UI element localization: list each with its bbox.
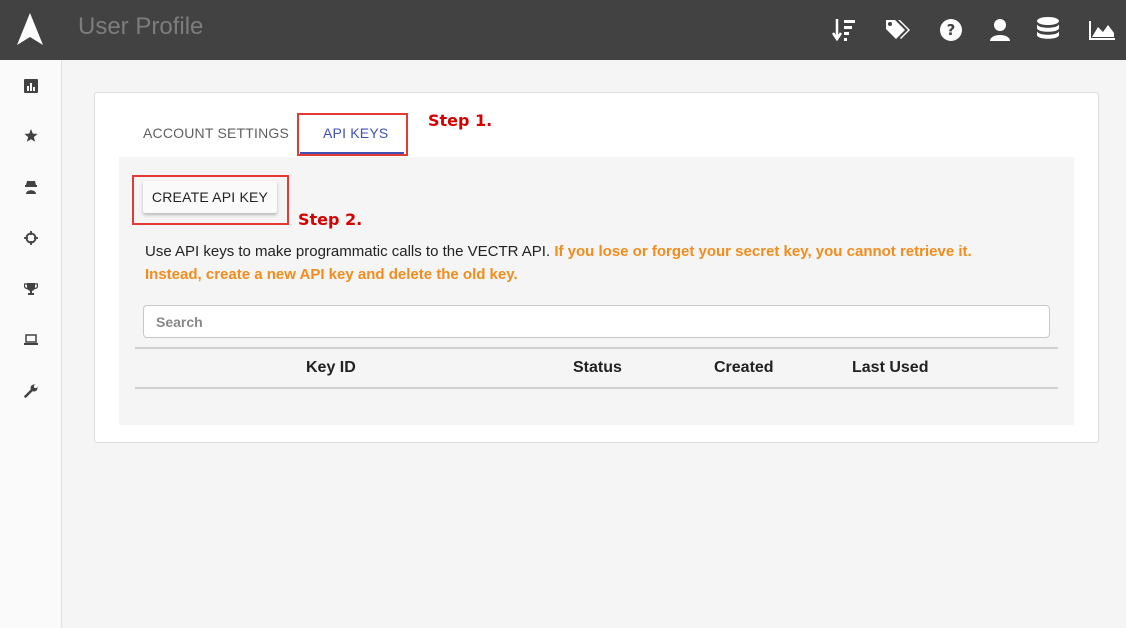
column-header-last-used[interactable]: Last Used	[852, 359, 928, 377]
step2-highlight-box	[132, 175, 289, 225]
trophy-icon[interactable]	[19, 277, 43, 301]
step2-annotation: Step 2.	[298, 210, 363, 229]
tags-icon[interactable]	[883, 15, 913, 45]
wrench-icon[interactable]	[19, 379, 43, 403]
dashboard-icon[interactable]	[19, 74, 43, 98]
column-header-key-id[interactable]: Key ID	[306, 359, 356, 377]
api-keys-info-text: Use API keys to make programmatic calls …	[145, 240, 1025, 286]
tab-account-settings[interactable]: ACCOUNT SETTINGS	[143, 125, 289, 141]
vectr-logo-icon[interactable]	[17, 13, 43, 45]
laptop-icon[interactable]	[19, 328, 43, 352]
info-text: Use API keys to make programmatic calls …	[145, 243, 551, 260]
column-header-status[interactable]: Status	[573, 359, 622, 377]
star-icon[interactable]	[19, 124, 43, 148]
top-bar: User Profile ?	[0, 0, 1126, 60]
page-title: User Profile	[78, 13, 204, 40]
step1-highlight-box	[297, 113, 408, 156]
crosshair-icon[interactable]	[19, 226, 43, 250]
sidebar	[0, 60, 62, 628]
database-icon[interactable]	[1033, 15, 1063, 45]
column-header-created[interactable]: Created	[714, 359, 774, 377]
step1-annotation: Step 1.	[428, 111, 493, 130]
help-icon[interactable]: ?	[936, 15, 966, 45]
sort-icon[interactable]	[829, 15, 859, 45]
spy-icon[interactable]	[19, 175, 43, 199]
api-keys-table-header: Key ID Status Created Last Used	[135, 347, 1058, 389]
area-chart-icon[interactable]	[1087, 15, 1117, 45]
user-icon[interactable]	[985, 15, 1015, 45]
svg-text:?: ?	[947, 21, 956, 39]
search-input[interactable]	[143, 305, 1050, 338]
